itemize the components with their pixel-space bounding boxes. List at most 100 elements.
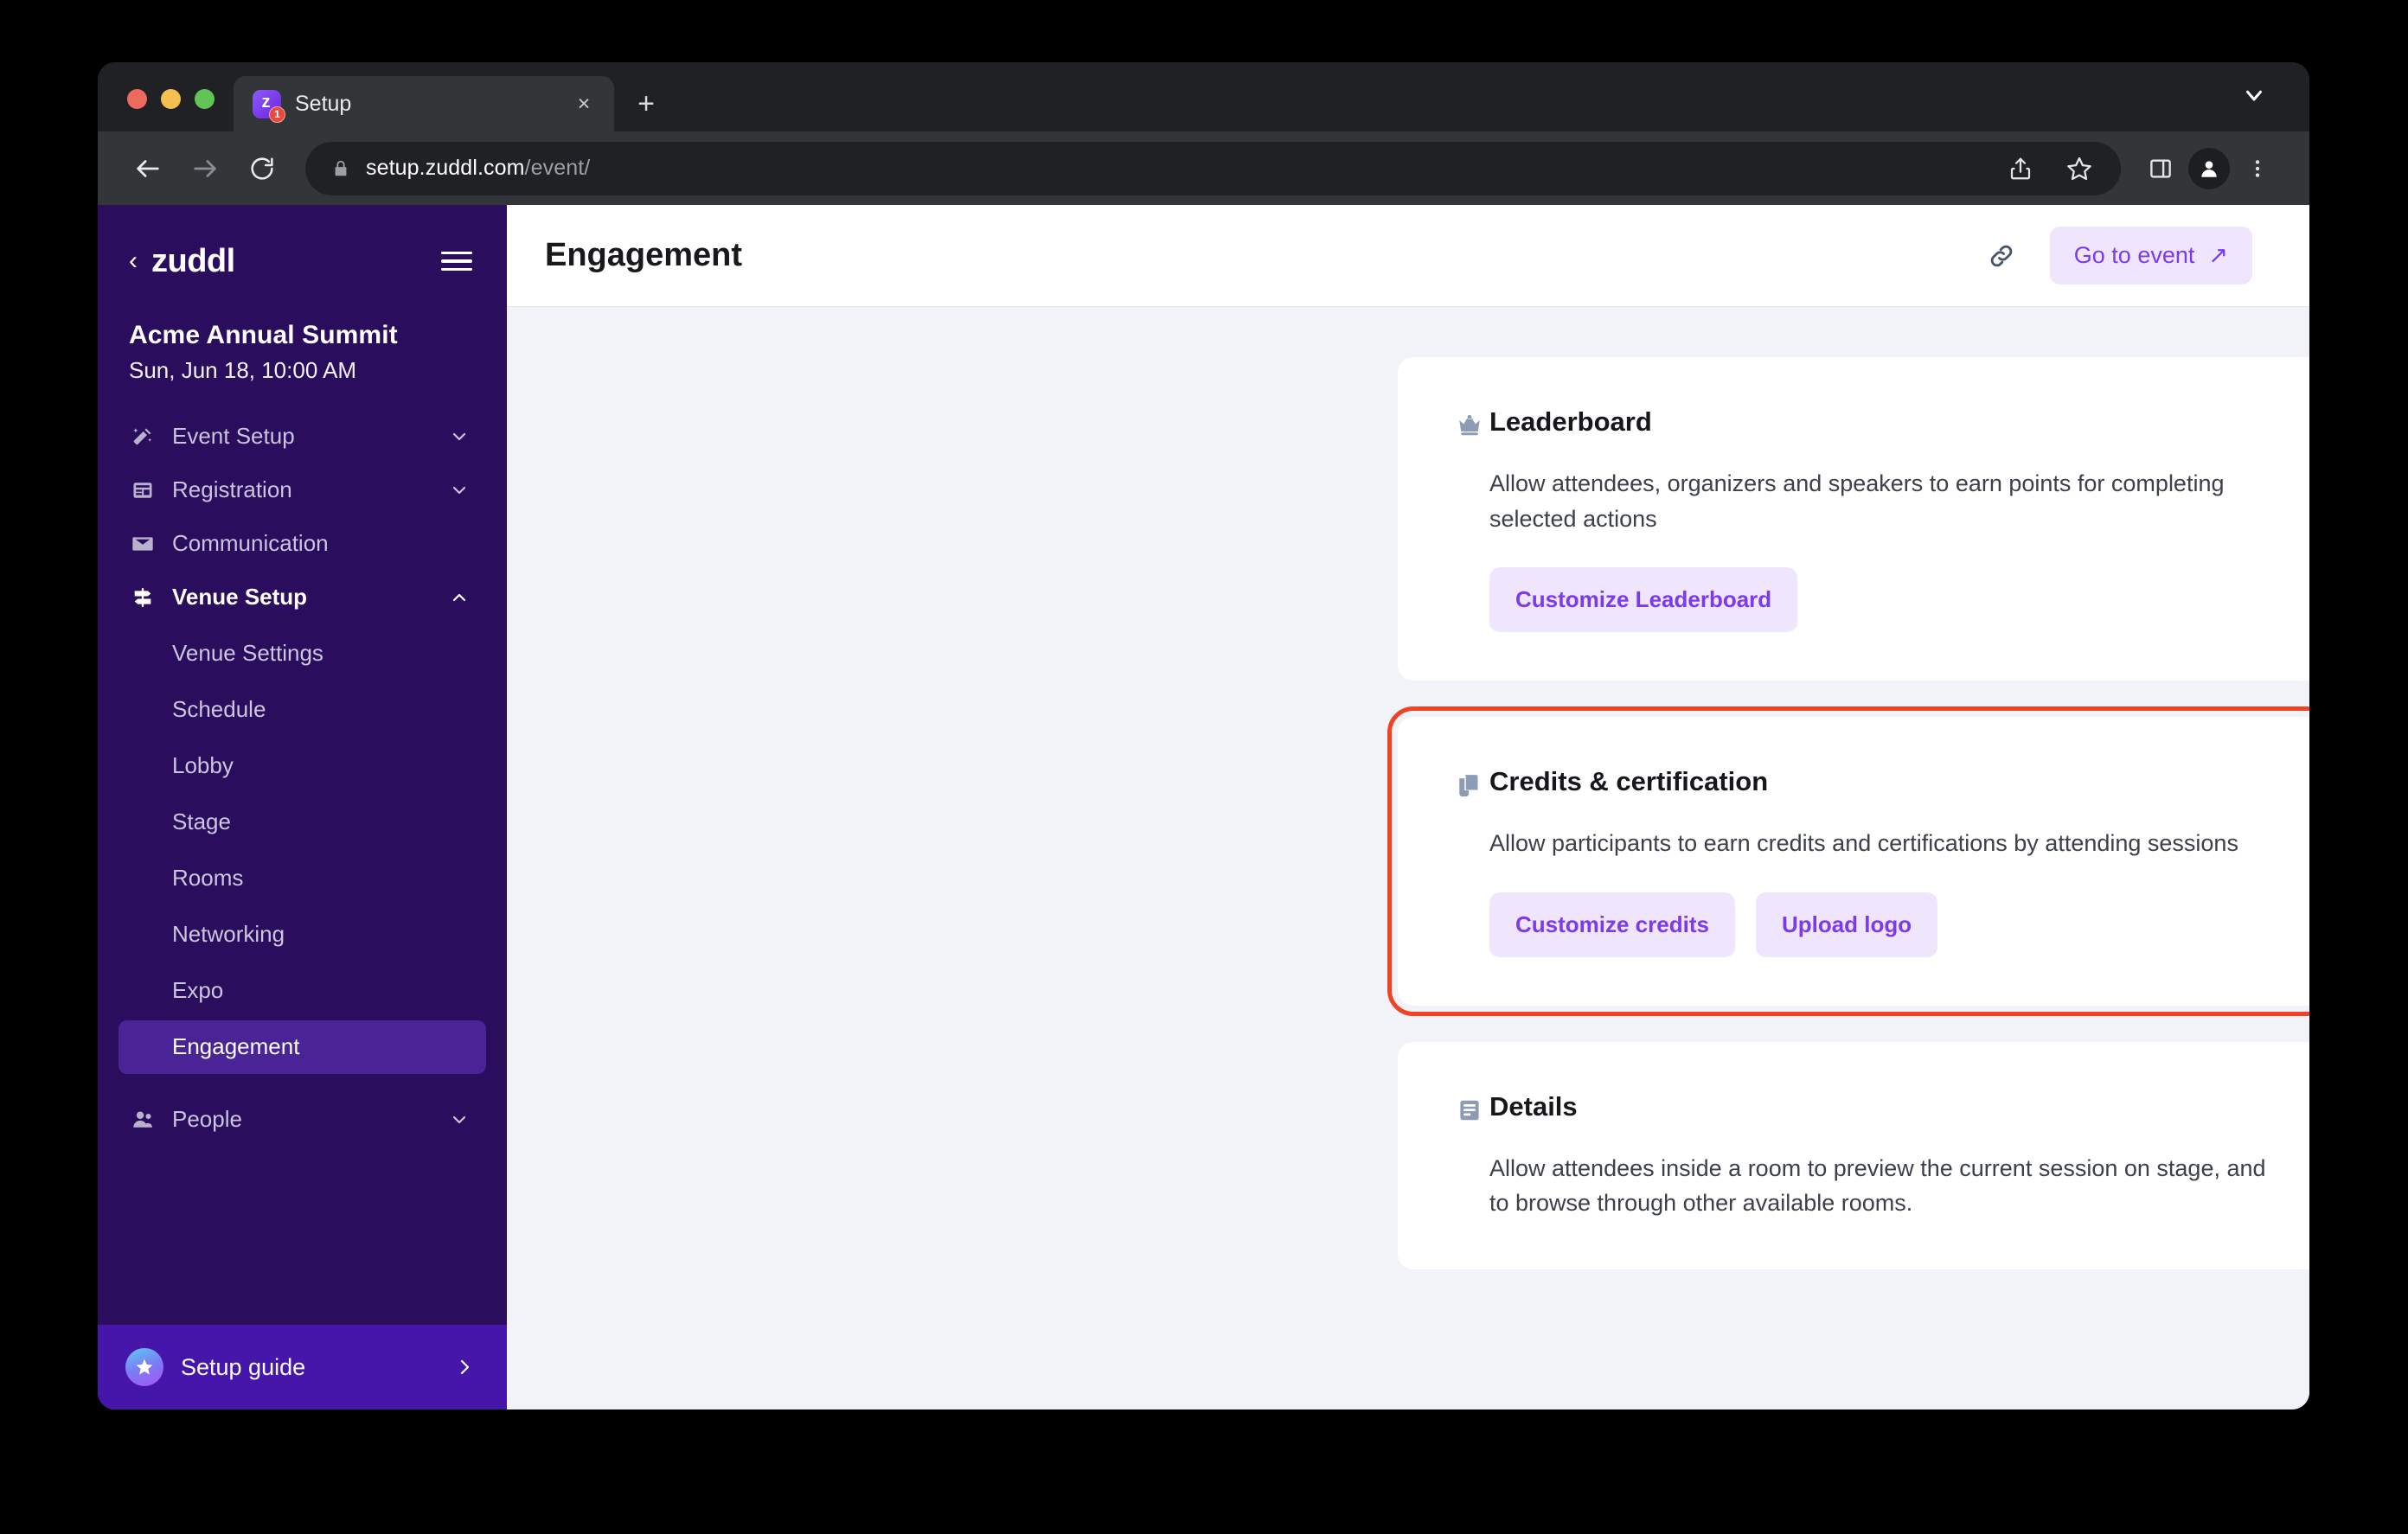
- maximize-window-button[interactable]: [195, 89, 215, 109]
- tabstrip-right-area: [2237, 78, 2309, 131]
- card-description: Allow attendees inside a room to preview…: [1489, 1154, 2266, 1217]
- card-title: Leaderboard: [1489, 406, 1652, 437]
- sidebar-item-event-setup[interactable]: Event Setup: [118, 410, 486, 463]
- leaderboard-card: Leaderboard Allow attendees, organizers …: [1398, 357, 2309, 681]
- omnibox-actions: [1998, 146, 2102, 191]
- url-path: /event/: [524, 156, 591, 180]
- chevron-down-icon[interactable]: [2237, 78, 2271, 112]
- sidebar-item-label: People: [172, 1106, 242, 1132]
- sidebar-item-people[interactable]: People: [118, 1093, 486, 1147]
- subnav-label: Lobby: [172, 752, 234, 778]
- signpost-icon: [129, 584, 157, 611]
- sidebar-item-label: Registration: [172, 476, 292, 502]
- card-actions: Customize Leaderboard: [1489, 567, 2309, 632]
- card-title: Credits & certification: [1489, 766, 1769, 796]
- main-content: Engagement Go to event ↗ Leaderboard All…: [507, 205, 2309, 1409]
- sidebar-item-stage[interactable]: Stage: [118, 796, 486, 849]
- subnav-label: Stage: [172, 809, 231, 834]
- setup-guide-button[interactable]: Setup guide: [98, 1325, 507, 1409]
- hamburger-menu-icon[interactable]: [441, 251, 472, 272]
- address-bar[interactable]: setup.zuddl.com/event/: [305, 141, 2121, 195]
- card-header: Details: [1489, 1090, 2309, 1128]
- forward-arrow-icon[interactable]: [179, 143, 231, 195]
- sidebar-item-venue-setup[interactable]: Venue Setup: [118, 571, 486, 624]
- browser-tab-strip: z 1 Setup × +: [98, 62, 2309, 131]
- customize-leaderboard-button[interactable]: Customize Leaderboard: [1489, 567, 1798, 632]
- url-text: setup.zuddl.com/event/: [366, 156, 590, 181]
- sidebar-item-rooms[interactable]: Rooms: [118, 852, 486, 905]
- chevron-up-icon[interactable]: [448, 586, 471, 609]
- engagement-settings-list: Leaderboard Allow attendees, organizers …: [507, 307, 2309, 1409]
- reload-icon[interactable]: [236, 143, 288, 195]
- sidebar-brand: ‹ zuddl: [98, 205, 507, 284]
- close-tab-icon[interactable]: ×: [569, 89, 599, 118]
- crown-icon: [1455, 411, 1484, 440]
- sidebar-item-label: Event Setup: [172, 423, 295, 449]
- nav-chevron-placeholder: [448, 533, 471, 555]
- new-tab-button[interactable]: +: [623, 80, 669, 127]
- details-card: Details Allow attendees inside a room to…: [1398, 1041, 2309, 1269]
- favicon-glyph: z: [261, 93, 271, 112]
- go-to-event-button[interactable]: Go to event ↗: [2049, 227, 2252, 284]
- event-summary: Acme Annual Summit Sun, Jun 18, 10:00 AM: [98, 284, 507, 391]
- chevron-down-icon[interactable]: [448, 1109, 471, 1131]
- browser-toolbar: setup.zuddl.com/event/: [98, 131, 2309, 205]
- subnav-label: Networking: [172, 921, 285, 947]
- page-header: Engagement Go to event ↗: [507, 205, 2309, 307]
- sidebar-item-schedule[interactable]: Schedule: [118, 683, 486, 737]
- subnav-label: Expo: [172, 977, 224, 1003]
- sidebar-item-engagement[interactable]: Engagement: [118, 1019, 486, 1074]
- zuddl-logo: zuddl: [151, 242, 235, 279]
- article-list-icon: [1455, 1096, 1484, 1125]
- back-arrow-icon[interactable]: [122, 143, 174, 195]
- card-description: Allow participants to earn credits and c…: [1489, 830, 2238, 856]
- sidebar-item-networking[interactable]: Networking: [118, 908, 486, 962]
- sidebar-item-lobby[interactable]: Lobby: [118, 739, 486, 793]
- close-window-button[interactable]: [127, 89, 147, 109]
- certificate-scroll-icon: [1455, 770, 1484, 800]
- page-title: Engagement: [545, 237, 743, 273]
- chevron-down-icon[interactable]: [448, 479, 471, 502]
- subnav-label: Schedule: [172, 696, 266, 722]
- sidebar-item-registration[interactable]: Registration: [118, 463, 486, 517]
- subnav-label: Engagement: [172, 1033, 300, 1059]
- envelope-icon: [129, 530, 157, 558]
- external-link-arrow-icon: ↗: [2208, 242, 2228, 268]
- sidebar-item-label: Venue Setup: [172, 584, 308, 610]
- card-title: Details: [1489, 1090, 1578, 1122]
- customize-credits-button[interactable]: Customize credits: [1489, 892, 1735, 957]
- tab-favicon-icon: z 1: [253, 89, 285, 123]
- chevron-right-icon[interactable]: [453, 1357, 476, 1377]
- page-viewport: ‹ zuddl Acme Annual Summit Sun, Jun 18, …: [98, 205, 2309, 1409]
- card-header: Leaderboard: [1489, 406, 2309, 444]
- kebab-menu-icon[interactable]: [2235, 146, 2280, 191]
- star-badge-icon: [125, 1348, 163, 1386]
- minimize-window-button[interactable]: [161, 89, 181, 109]
- setup-guide-label: Setup guide: [181, 1353, 306, 1380]
- people-icon: [129, 1106, 157, 1134]
- sidebar-item-label: Communication: [172, 530, 329, 556]
- favicon-badge: 1: [269, 105, 285, 123]
- sidebar-nav: Event Setup Registration Communication V…: [98, 391, 507, 1326]
- upload-logo-button[interactable]: Upload logo: [1755, 892, 1938, 957]
- sidebar-item-communication[interactable]: Communication: [118, 517, 486, 571]
- card-header: Credits & certification: [1489, 766, 2309, 803]
- star-icon[interactable]: [2057, 146, 2102, 191]
- browser-window: z 1 Setup × + setup.zuddl.com/event/ ‹ z…: [98, 62, 2309, 1409]
- event-date: Sun, Jun 18, 10:00 AM: [129, 356, 357, 383]
- browser-tab[interactable]: z 1 Setup ×: [234, 76, 614, 131]
- share-icon[interactable]: [1998, 146, 2043, 191]
- sidebar-item-expo[interactable]: Expo: [118, 964, 486, 1018]
- url-host: setup.zuddl.com: [366, 156, 525, 180]
- chevron-down-icon[interactable]: [448, 425, 471, 448]
- sidebar-back-icon[interactable]: ‹: [129, 248, 138, 274]
- card-actions: Customize credits Upload logo: [1489, 892, 2309, 957]
- window-traffic-lights: [98, 89, 215, 131]
- link-icon[interactable]: [1982, 237, 2021, 275]
- sidebar-item-venue-settings[interactable]: Venue Settings: [118, 627, 486, 681]
- side-panel-icon[interactable]: [2138, 146, 2183, 191]
- magic-wand-icon: [129, 423, 157, 451]
- profile-avatar-icon[interactable]: [2188, 147, 2230, 189]
- form-icon: [129, 476, 157, 504]
- go-to-event-label: Go to event: [2073, 242, 2195, 268]
